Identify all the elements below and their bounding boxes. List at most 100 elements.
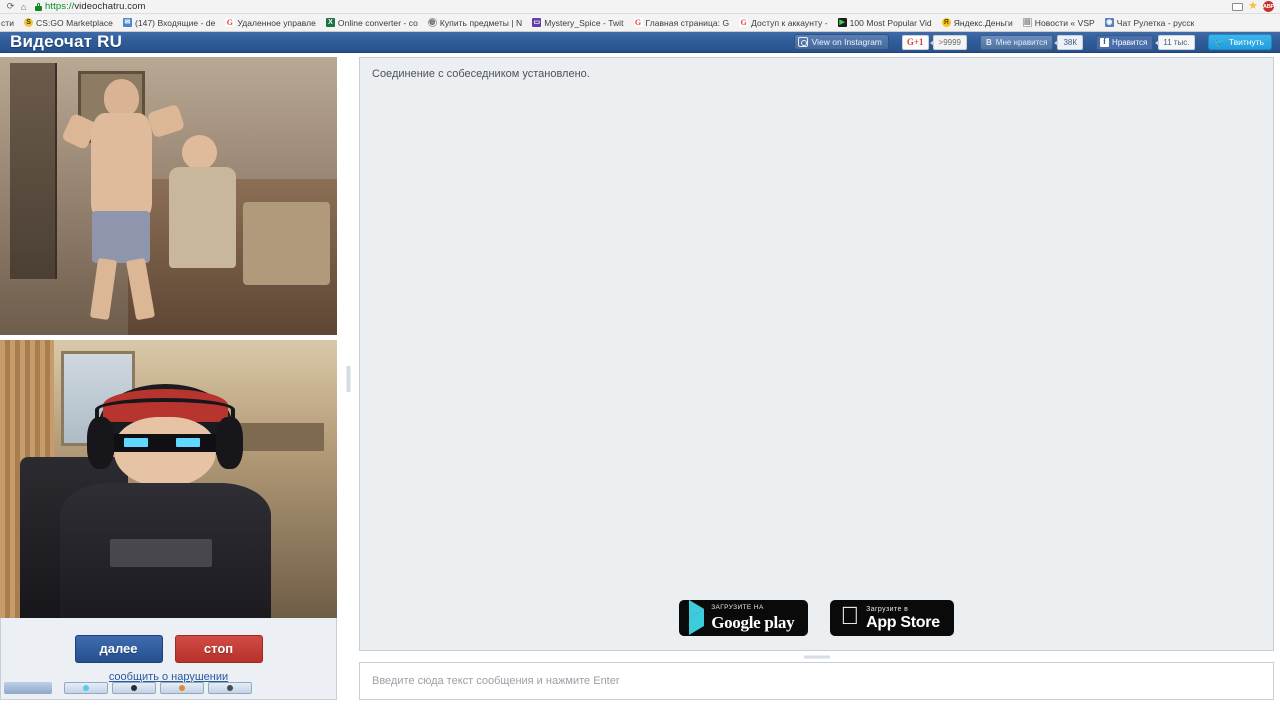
google-play-small-label: ЗАГРУЗИТЕ НА — [711, 604, 764, 612]
vertical-splitter[interactable] — [337, 57, 359, 700]
google-icon: G — [739, 17, 749, 27]
google-play-triangle-icon — [689, 600, 705, 635]
video-column: далее стоп сообщить о нарушении — [0, 57, 337, 700]
bookmark-overflow[interactable]: сти — [0, 15, 19, 31]
google-play-badge[interactable]: ЗАГРУЗИТЕ НА Google play — [679, 600, 809, 636]
facebook-like-button[interactable]: f Нравится — [1096, 34, 1154, 50]
reload-icon[interactable]: ⟳ — [4, 1, 17, 13]
mail-icon: ✉ — [122, 18, 132, 27]
site-header: Видеочат RU View on Instagram G+1 >9999 … — [0, 32, 1280, 53]
instagram-label: View on Instagram — [811, 37, 882, 47]
app-store-badge[interactable]:  Загрузите в App Store — [830, 600, 954, 636]
facebook-like-label: Нравится — [1112, 37, 1148, 47]
bookmark-label: Новости « VSP — [1034, 17, 1095, 28]
bookmark-label: (147) Входящие - de — [134, 17, 216, 28]
bookmark-label: 100 Most Popular Vid — [849, 17, 932, 28]
bookmark-item[interactable]: G Главная страница: G — [629, 15, 735, 31]
local-video-frame — [0, 340, 337, 618]
steam-icon: S — [24, 18, 34, 27]
app-store-small-label: Загрузите в — [856, 605, 908, 613]
horizontal-splitter[interactable] — [359, 651, 1274, 662]
social-buttons: View on Instagram G+1 >9999 B Мне нравит… — [793, 34, 1272, 50]
taskbar-item[interactable] — [160, 681, 204, 694]
address-bar[interactable]: https://videochatru.com — [35, 1, 1232, 13]
document-icon: ▤ — [1022, 18, 1032, 27]
videochat-page: Видеочат RU View on Instagram G+1 >9999 … — [0, 32, 1280, 700]
bookmark-item[interactable]: ▭ Mystery_Spice - Twit — [527, 15, 628, 31]
lock-icon — [35, 2, 42, 11]
stop-button[interactable]: стоп — [174, 634, 263, 663]
home-icon[interactable]: ⌂ — [17, 1, 30, 13]
excel-icon: X — [325, 18, 335, 27]
local-video[interactable] — [0, 340, 337, 618]
adblock-icon[interactable]: ABP — [1263, 1, 1274, 12]
yandex-money-icon: Я — [941, 18, 951, 27]
google-play-big-label: Google play — [711, 612, 795, 632]
bookmark-item[interactable]: G Удаленное управле — [220, 15, 320, 31]
message-input[interactable]: Введите сюда текст сообщения и нажмите E… — [359, 662, 1274, 700]
next-button[interactable]: далее — [74, 634, 163, 663]
control-buttons-row: далее стоп — [74, 634, 263, 663]
cast-icon[interactable] — [1232, 2, 1244, 11]
bookmarks-bar: сти S CS:GO Marketplace ✉ (147) Входящие… — [0, 14, 1280, 32]
google-plus-count[interactable]: >9999 — [929, 34, 967, 50]
browser-toolbar: ⟳ ⌂ https://videochatru.com ★ ABP — [0, 0, 1280, 14]
instagram-button[interactable]: View on Instagram — [793, 34, 889, 50]
twitter-share-button[interactable]: 🐦 Твитнуть — [1207, 34, 1272, 50]
apple-logo-icon:  — [840, 604, 859, 629]
bookmark-label: сти — [1, 17, 15, 28]
chat-system-message: Соединение с собеседником установлено. — [372, 68, 590, 80]
bookmark-item[interactable]: ▤ Новости « VSP — [1018, 15, 1100, 31]
facebook-like-count[interactable]: 11 тыс. — [1155, 34, 1195, 50]
bookmark-item[interactable]: Я Яндекс.Деньги — [937, 15, 1018, 31]
bookmark-label: Mystery_Spice - Twit — [544, 17, 624, 28]
bookmark-label: Чат Рулетка - русск — [1116, 17, 1195, 28]
app-store-big-label: App Store — [856, 613, 940, 631]
message-input-placeholder: Введите сюда текст сообщения и нажмите E… — [372, 675, 620, 687]
google-icon: G — [225, 17, 235, 27]
star-icon[interactable]: ★ — [1248, 1, 1258, 12]
bookmark-item[interactable]: S CS:GO Marketplace — [19, 15, 118, 31]
taskbar-item[interactable] — [112, 681, 156, 694]
url-text: https://videochatru.com — [45, 1, 146, 12]
facebook-widget: f Нравится 11 тыс. — [1096, 34, 1195, 50]
url-host: videochatru.com — [74, 1, 146, 12]
taskbar-item[interactable] — [208, 681, 252, 694]
google-icon: G — [633, 17, 643, 27]
bookmark-item[interactable]: ◉ Чат Рулетка - русск — [1100, 15, 1200, 31]
bookmark-item[interactable]: ▶ 100 Most Popular Vid — [833, 15, 937, 31]
vk-like-button[interactable]: B Мне нравится — [980, 34, 1054, 50]
chat-column: Соединение с собеседником установлено. З… — [359, 57, 1280, 700]
taskbar-item[interactable] — [64, 681, 108, 694]
bookmark-label: Online converter - co — [337, 17, 418, 28]
remote-video-frame — [0, 57, 337, 335]
bookmark-label: Доступ к аккаунту - — [751, 17, 828, 28]
facebook-icon: f — [1100, 37, 1110, 47]
globe-icon: ◍ — [427, 18, 437, 27]
bookmark-item[interactable]: X Online converter - co — [321, 15, 423, 31]
bookmark-label: Яндекс.Деньги — [953, 17, 1013, 28]
google-plus-widget: G+1 >9999 — [901, 34, 967, 50]
report-violation-link[interactable]: сообщить о нарушении — [109, 671, 228, 683]
vk-widget: B Мне нравится 38К — [980, 34, 1084, 50]
google-plus-button[interactable]: G+1 — [901, 34, 929, 50]
instagram-icon — [797, 37, 808, 47]
start-button[interactable] — [4, 681, 52, 694]
twitter-bird-icon: 🐦 — [1213, 36, 1225, 47]
remote-video[interactable] — [0, 57, 337, 335]
site-body: далее стоп сообщить о нарушении Соединен… — [0, 53, 1280, 700]
chat-roulette-icon: ◉ — [1104, 18, 1114, 27]
splitter-handle — [345, 365, 351, 392]
chat-log: Соединение с собеседником установлено. З… — [359, 57, 1274, 651]
bookmark-item[interactable]: G Доступ к аккаунту - — [734, 15, 832, 31]
vk-like-count[interactable]: 38К — [1054, 34, 1084, 50]
url-scheme: https:// — [45, 1, 75, 12]
splitter-handle — [803, 654, 830, 659]
twitch-icon: ▭ — [532, 18, 542, 27]
bookmark-item[interactable]: ✉ (147) Входящие - de — [118, 15, 220, 31]
bookmark-label: Главная страница: G — [645, 17, 730, 28]
bookmark-label: CS:GO Marketplace — [36, 17, 113, 28]
vk-icon: B — [986, 37, 992, 47]
bookmark-item[interactable]: ◍ Купить предметы | N — [423, 15, 527, 31]
app-store-badges: ЗАГРУЗИТЕ НА Google play  Загрузите в A… — [360, 600, 1273, 636]
